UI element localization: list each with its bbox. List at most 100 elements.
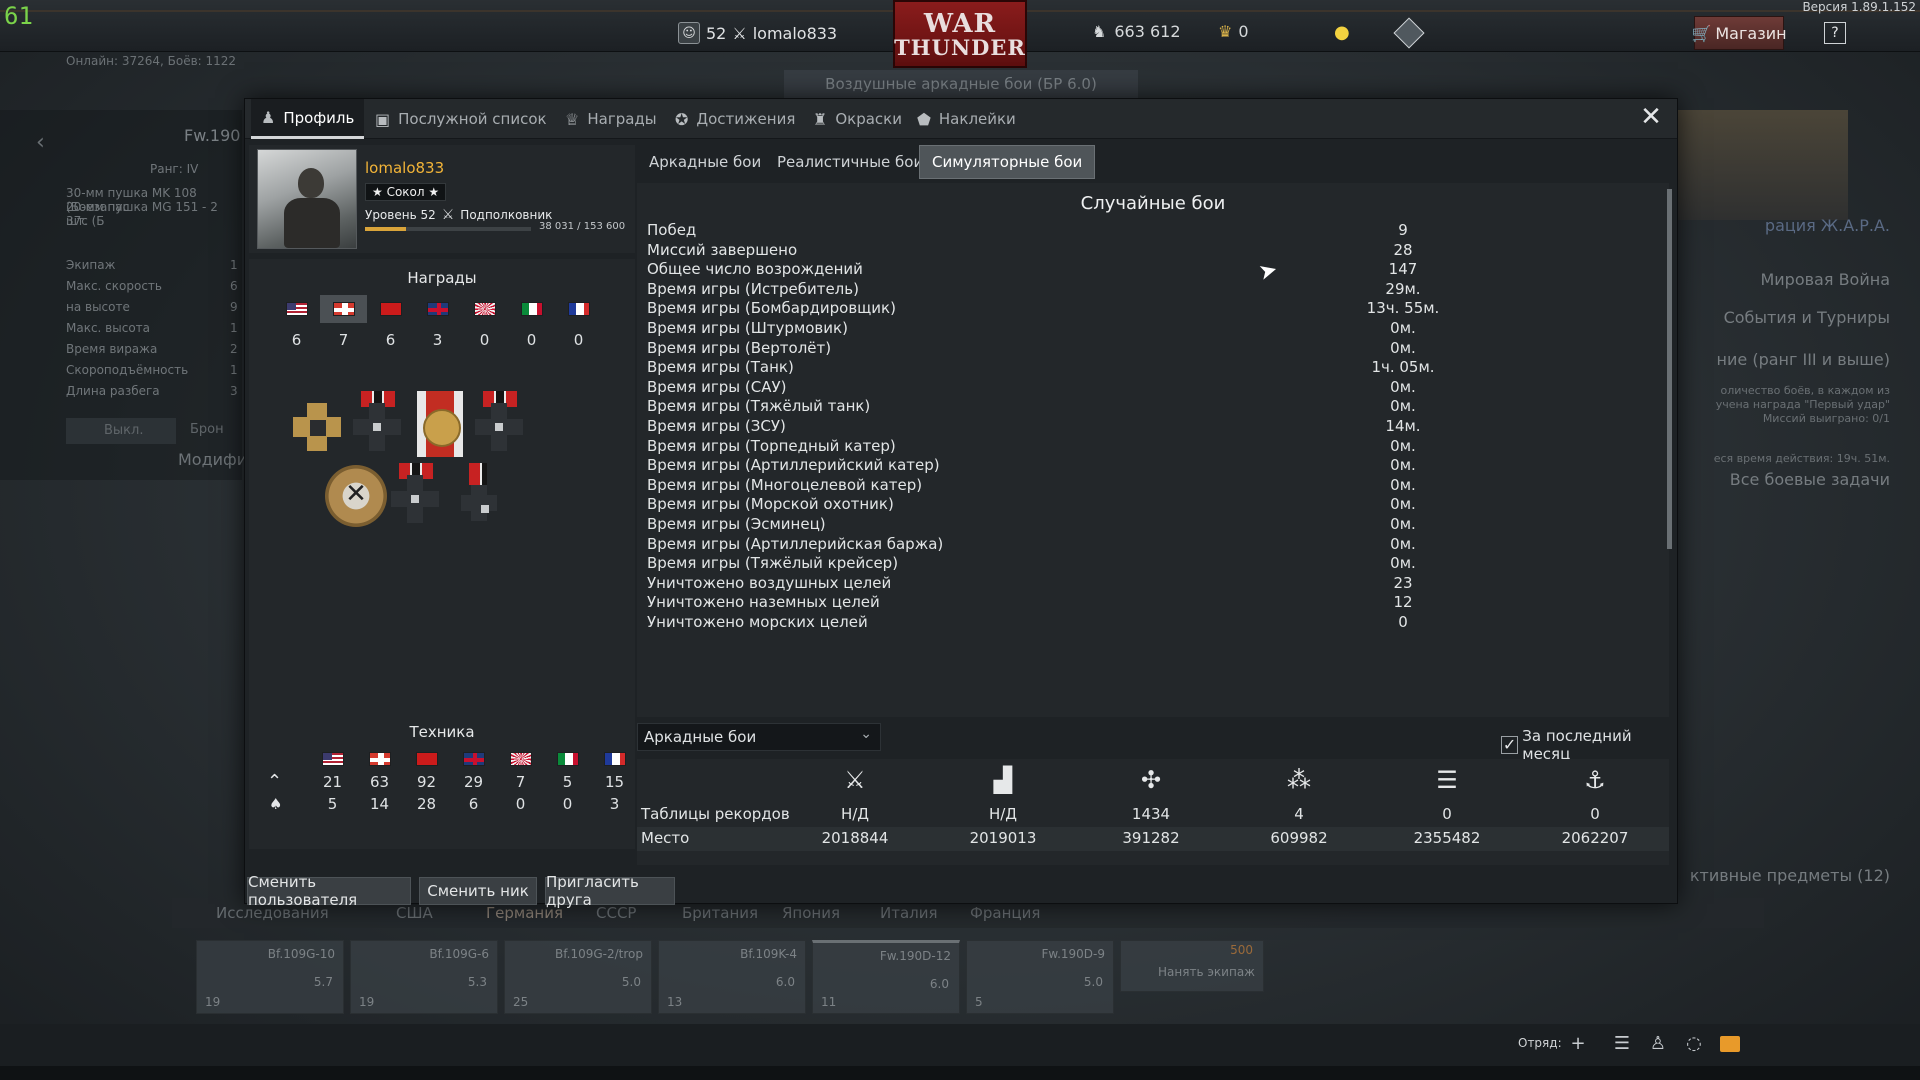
stat-label: Время игры (Бомбардировщик) (647, 299, 896, 318)
tab-decals[interactable]: ⬟ Наклейки (907, 99, 1026, 139)
bottom-strip (0, 1066, 1920, 1080)
world-war-link: Мировая Война (1760, 270, 1890, 289)
stat-value: 0м. (1390, 397, 1416, 416)
profile-tabs: ♟ Профиль ▣ Послужной список ♕ Награды ✪… (245, 99, 1677, 139)
knights-cross-oak-leaves-icon[interactable] (467, 391, 533, 457)
nation-usa-tab[interactable] (273, 295, 320, 323)
medal-cross-shape (353, 403, 401, 451)
medal-badge (417, 391, 463, 457)
stat-label: Время игры (Артиллерийский катер) (647, 456, 940, 475)
stat-label: Время игры (Тяжёлый танк) (647, 397, 871, 416)
avatar-body (284, 198, 340, 248)
change-user-button[interactable]: Сменить пользователя (247, 873, 411, 909)
battle-mode-tabs: Аркадные бои Реалистичные бои Симуляторн… (637, 145, 1677, 179)
top-user-info[interactable]: ☺ 52 ⚔ lomalo833 (678, 22, 837, 44)
germany-flag-icon (332, 302, 355, 316)
invite-friend-button[interactable]: Пригласить друга (545, 873, 675, 909)
nation-germany-tab[interactable] (320, 295, 367, 323)
vehicle-card: Fw.190D-9 5.0 5 (966, 940, 1114, 1014)
user-level: 52 (706, 23, 727, 43)
nation-france-tab[interactable] (555, 295, 602, 323)
medal-ribbon (469, 463, 487, 485)
golden-eagles[interactable]: ♛ 0 (1218, 22, 1249, 41)
vehicle-card-name: Bf.109K-4 (740, 947, 797, 961)
record-value: 0 (1442, 805, 1452, 823)
shop-label: Магазин (1715, 23, 1787, 43)
service-record-icon: ▣ (375, 109, 391, 129)
spec-speed: Макс. скорость (66, 279, 162, 293)
award-count: 0 (479, 331, 490, 349)
tab-simulator-battles[interactable]: Симуляторные бои (919, 145, 1096, 179)
tab-arcade-battles[interactable]: Аркадные бои (637, 145, 773, 179)
tab-realistic-battles[interactable]: Реалистичные бои (765, 145, 935, 179)
shop-button[interactable]: 🛒 Магазин (1691, 16, 1787, 50)
nation-japan-tab[interactable] (461, 295, 508, 323)
stats-scrollbar[interactable] (1667, 189, 1672, 549)
record-place: 2019013 (969, 829, 1037, 847)
list-icon[interactable]: ☰ (1612, 1034, 1632, 1054)
record-place: 391282 (1122, 829, 1180, 847)
nation-tab: Япония (782, 904, 840, 922)
nation-tab: Франция (970, 904, 1041, 922)
tab-service-record[interactable]: ▣ Послужной список (365, 99, 557, 139)
mail-icon[interactable] (1720, 1036, 1740, 1052)
flag-shape (556, 752, 579, 766)
vehicle-card: Bf.109G-2/trop 5.0 25 (504, 940, 652, 1014)
tab-achievements[interactable]: ✪ Достижения (665, 99, 805, 139)
iron-cross-medal-icon[interactable] (285, 391, 351, 457)
record-place: 609982 (1270, 829, 1328, 847)
bottom-bar: Отряд: + ☰ ♙ ◌ (0, 1024, 1920, 1066)
diamond-icon[interactable] (1393, 17, 1425, 49)
lightbulb-icon[interactable]: ● (1334, 22, 1350, 43)
stat-label: Время игры (Тяжёлый крейсер) (647, 554, 899, 573)
leaderboard-mode-select[interactable]: Аркадные бои ⌄ (637, 723, 881, 751)
medal-cross-shape (475, 403, 523, 451)
vehicle-count: 29 (463, 773, 484, 791)
fps-counter: 61 (4, 2, 33, 30)
avatar[interactable] (257, 149, 357, 249)
vehicle-card: Bf.109K-4 6.0 13 (658, 940, 806, 1014)
eagle-icon: ♛ (1218, 22, 1233, 41)
nation-italy-tab[interactable] (508, 295, 555, 323)
leaderboard-panel: Таблицы рекордов Место ⚔ Н/Д 2018844 ▟ Н… (637, 759, 1669, 865)
tab-profile[interactable]: ♟ Профиль (251, 99, 365, 139)
star-order-medal-icon[interactable] (323, 463, 389, 529)
stat-value: 0м. (1390, 377, 1416, 396)
tab-skins[interactable]: ♜ Окраски (803, 99, 912, 139)
war-thunder-logo[interactable]: WAR THUNDER (893, 0, 1027, 68)
spec-val: 1 (230, 321, 238, 335)
silver-lions[interactable]: ♞ 663 612 (1092, 22, 1181, 41)
german-cross-gold-icon[interactable] (407, 391, 473, 457)
chat-icon[interactable]: ◌ (1684, 1034, 1704, 1054)
stat-row: Уничтожено морских целей 0 (637, 611, 1657, 635)
stats-panel: Случайные бои Побед 9 Миссий завершено 28 Об… (637, 183, 1669, 717)
task-note-3: Миссий выиграно: 0/1 (1762, 412, 1890, 425)
vehicle-card-name: Bf.109G-2/trop (555, 947, 643, 961)
award-count: 0 (573, 331, 584, 349)
vehicle-card-count: 19 (359, 995, 375, 1009)
iron-cross-ribbon-icon[interactable] (445, 463, 511, 529)
tab-awards[interactable]: ♕ Награды (555, 99, 667, 139)
last-month-checkbox[interactable]: ✓ За последний месяц (1501, 727, 1677, 763)
nation-britain-tab[interactable] (414, 295, 461, 323)
stat-label: Время игры (САУ) (647, 377, 787, 396)
knights-cross-swords-icon[interactable] (383, 463, 449, 529)
player-rank-title: Подполковник (460, 208, 553, 222)
contacts-icon[interactable]: ♙ (1648, 1034, 1668, 1054)
player-title-badge[interactable]: ★ Сокол ★ (365, 183, 447, 201)
tab-label: Окраски (835, 110, 902, 128)
player-nick: lomalo833 (365, 159, 445, 177)
stat-value: 14м. (1385, 417, 1421, 435)
help-button[interactable]: ? (1824, 22, 1846, 44)
add-squad-icon[interactable]: + (1568, 1034, 1588, 1054)
task-note-1: оличество боёв, в каждом из (1720, 384, 1890, 397)
vehicle-count: 63 (369, 773, 390, 791)
close-icon[interactable]: ✕ (1639, 104, 1663, 130)
italy-flag-icon (544, 749, 591, 769)
medal-cross-shape (461, 485, 497, 521)
nation-tab: Италия (880, 904, 938, 922)
knights-cross-medal-icon[interactable] (345, 391, 411, 457)
nation-ussr-tab[interactable] (367, 295, 414, 323)
spec-turn-time: Время виража (66, 342, 158, 356)
change-nick-button[interactable]: Сменить ник (419, 877, 537, 905)
